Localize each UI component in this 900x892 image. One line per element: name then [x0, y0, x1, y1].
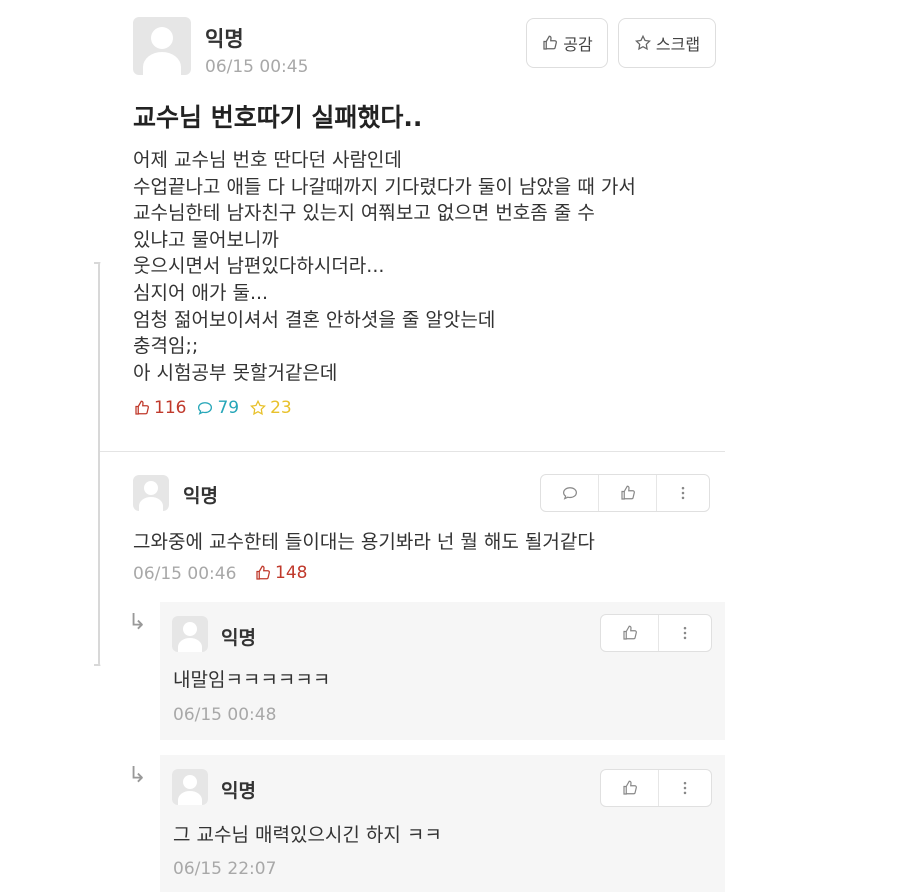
reply-arrow-icon: ↳ — [128, 763, 147, 788]
post-line: 교수님한테 남자친구 있는지 여쭤보고 없으면 번호좀 줄 수 — [133, 202, 595, 225]
reply-actions — [600, 769, 712, 807]
comment-like-count: 148 — [275, 563, 308, 583]
like-label: 공감 — [563, 35, 593, 54]
reply-avatar — [172, 616, 208, 652]
comment-text: 그와중에 교수한테 들이대는 용기봐라 넌 뭘 해도 될거같다 — [133, 531, 595, 553]
comment-author: 익명 — [183, 485, 218, 507]
star-icon — [250, 399, 267, 416]
comment-actions — [540, 474, 710, 512]
thumb-up-icon — [135, 400, 149, 415]
star-icon — [634, 34, 651, 51]
post-title: 교수님 번호따기 실패했다.. — [133, 103, 423, 132]
reply-text: 그 교수님 매력있으시긴 하지 ㅋㅋ — [173, 824, 442, 846]
scrap-button[interactable]: 스크랩 — [618, 18, 716, 68]
post-stats: 116 79 23 — [133, 398, 292, 418]
thumb-up-icon — [622, 780, 637, 795]
post-line: 심지어 애가 둘... — [133, 281, 269, 304]
reply-actions — [600, 614, 712, 652]
scrap-count: 23 — [270, 398, 292, 418]
reply-more-button[interactable] — [659, 770, 711, 806]
thumb-up-icon — [543, 35, 558, 50]
scrap-label: 스크랩 — [655, 35, 701, 54]
comment-count: 79 — [217, 398, 240, 418]
post-time: 06/15 00:45 — [205, 57, 309, 77]
reply-box: 익명 그 교수님 매력있으시긴 하지 ㅋㅋ 06/15 22:07 — [160, 755, 725, 892]
comment-like-stat: 148 — [254, 563, 307, 583]
comment-avatar — [133, 475, 169, 511]
post-line: 충격임;; — [133, 335, 199, 358]
comment-time: 06/15 00:46 — [133, 564, 237, 584]
more-vertical-icon — [683, 781, 687, 795]
reply-like-button[interactable] — [601, 770, 659, 806]
comment-more-button[interactable] — [657, 475, 709, 511]
post-line: 수업끝나고 애들 다 나갈때까지 기다렸다가 둘이 남았을 때 가서 — [133, 175, 636, 198]
post-avatar — [133, 17, 191, 75]
reply-box: 익명 내말임ㅋㅋㅋㅋㅋㅋ 06/15 00:48 — [160, 602, 725, 740]
reply-author: 익명 — [221, 627, 256, 649]
like-count: 116 — [154, 398, 187, 418]
post-line: 웃으시면서 남편있다하시더라... — [133, 255, 385, 278]
like-stat: 116 — [133, 398, 186, 418]
scrap-stat: 23 — [249, 398, 292, 418]
post-body: 어제 교수님 번호 딴다던 사람인데 수업끝나고 애들 다 나갈때까지 기다렸다… — [133, 147, 733, 386]
post-line: 어제 교수님 번호 딴다던 사람인데 — [133, 149, 402, 171]
more-vertical-icon — [681, 486, 685, 500]
reply-button[interactable] — [541, 475, 599, 511]
thread-line — [94, 262, 101, 666]
more-vertical-icon — [683, 626, 687, 640]
post-page: 익명 06/15 00:45 공감 스크랩 교수님 번호따기 실패했다.. 어제… — [0, 0, 900, 892]
speech-bubble-icon — [562, 487, 577, 500]
thumb-up-icon — [622, 625, 637, 640]
thumb-up-icon — [256, 565, 270, 580]
reply-author: 익명 — [221, 780, 256, 802]
post-author: 익명 — [205, 27, 244, 51]
reply-text: 내말임ㅋㅋㅋㅋㅋㅋ — [173, 669, 331, 691]
like-button[interactable]: 공감 — [526, 18, 608, 68]
speech-bubble-icon — [198, 402, 213, 415]
reply-more-button[interactable] — [659, 615, 711, 651]
post-line: 아 시험공부 못할거같은데 — [133, 361, 338, 384]
post-line: 엄청 젊어보이셔서 결혼 안하셧을 줄 알앗는데 — [133, 308, 496, 331]
reply-time: 06/15 00:48 — [173, 705, 277, 725]
comment-stat: 79 — [196, 398, 239, 418]
post-line: 있냐고 물어보니까 — [133, 228, 279, 251]
reply-arrow-icon: ↳ — [128, 610, 147, 635]
divider — [100, 451, 725, 452]
comment-like-button[interactable] — [599, 475, 657, 511]
reply-time: 06/15 22:07 — [173, 859, 277, 879]
reply-like-button[interactable] — [601, 615, 659, 651]
reply-avatar — [172, 769, 208, 805]
thumb-up-icon — [620, 485, 635, 500]
